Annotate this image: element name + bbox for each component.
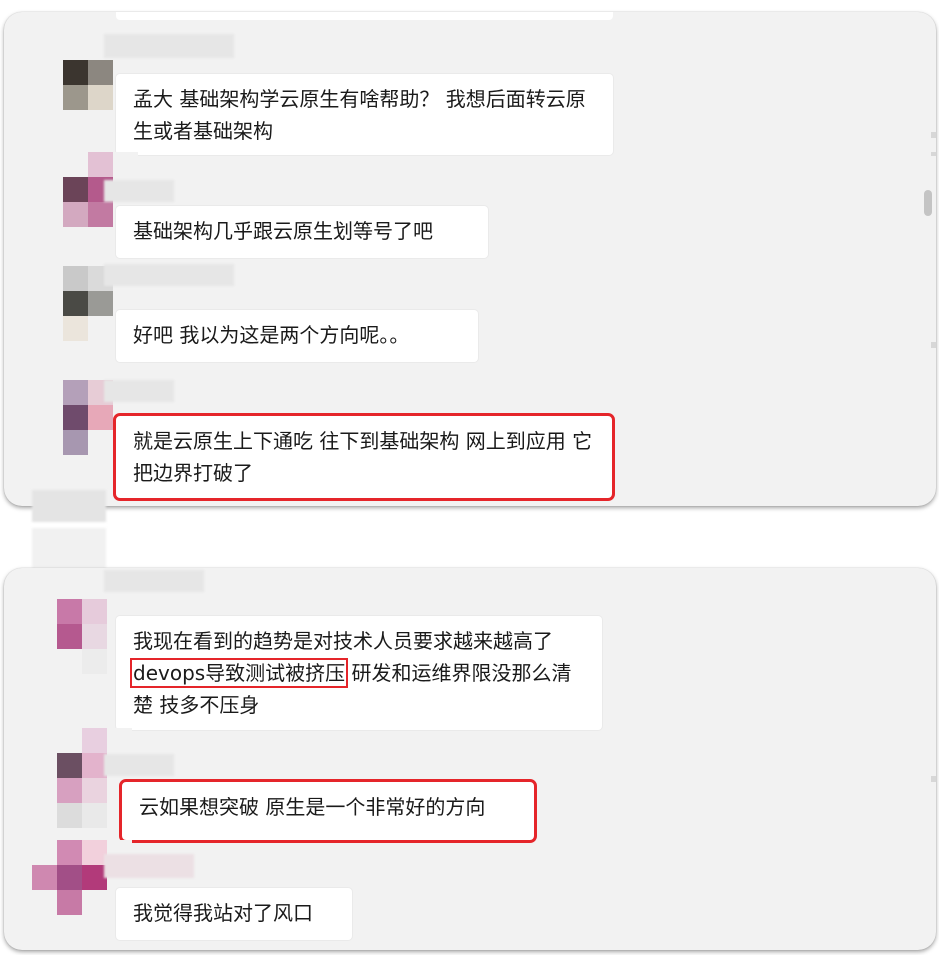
sender-name-blurred — [104, 570, 204, 592]
message-text-highlight: devops导致测试被挤压 — [129, 658, 349, 688]
message-text: 云如果想突破 原生是一个非常好的方向 — [139, 795, 486, 819]
chat-panel-top: 孟大 基础架构学云原生有啥帮助？ 我想后面转云原生或者基础架构 基础架构几乎跟云… — [4, 12, 936, 506]
sender-name-blurred — [104, 754, 174, 776]
scrollbar-track-mark — [931, 132, 936, 138]
message-text: 我觉得我站对了风口 — [133, 901, 313, 925]
blurred-fragment — [32, 528, 106, 568]
sender-name-blurred — [104, 854, 194, 878]
sender-name-blurred — [104, 34, 234, 58]
avatar-sender-6[interactable] — [32, 728, 132, 828]
message-bubble[interactable]: 基础架构几乎跟云原生划等号了吧 — [116, 206, 488, 258]
message-bubble-highlighted[interactable]: 云如果想突破 原生是一个非常好的方向 — [119, 779, 537, 843]
scrollbar-track-mark — [931, 152, 936, 156]
message-bubble[interactable]: 我觉得我站对了风口 — [116, 888, 352, 940]
message-text: 基础架构几乎跟云原生划等号了吧 — [133, 219, 433, 243]
message-text: 好吧 我以为这是两个方向呢。。 — [133, 323, 410, 347]
sender-name-blurred — [104, 380, 174, 402]
blurred-fragment — [32, 490, 106, 522]
scrollbar-track-mark — [931, 776, 936, 782]
sender-name-blurred — [104, 264, 234, 286]
message-bubble[interactable]: 孟大 基础架构学云原生有啥帮助？ 我想后面转云原生或者基础架构 — [116, 74, 613, 155]
message-text-before: 我现在看到的趋势是对技术人员要求越来越高了 — [133, 629, 553, 653]
scrollbar-track-mark — [931, 342, 936, 348]
message-text: 孟大 基础架构学云原生有啥帮助？ 我想后面转云原生或者基础架构 — [133, 87, 586, 143]
previous-message-bubble-edge — [116, 12, 613, 20]
sender-name-blurred — [104, 180, 174, 202]
message-text: 就是云原生上下通吃 往下到基础架构 网上到应用 它把边界打破了 — [133, 429, 593, 485]
chat-panel-bottom: 我现在看到的趋势是对技术人员要求越来越高了devops导致测试被挤压 研发和运维… — [4, 568, 936, 950]
message-bubble[interactable]: 好吧 我以为这是两个方向呢。。 — [116, 310, 478, 362]
message-bubble[interactable]: 我现在看到的趋势是对技术人员要求越来越高了devops导致测试被挤压 研发和运维… — [116, 616, 602, 730]
scrollbar-thumb[interactable] — [924, 190, 932, 216]
message-bubble-highlighted[interactable]: 就是云原生上下通吃 往下到基础架构 网上到应用 它把边界打破了 — [113, 413, 615, 501]
